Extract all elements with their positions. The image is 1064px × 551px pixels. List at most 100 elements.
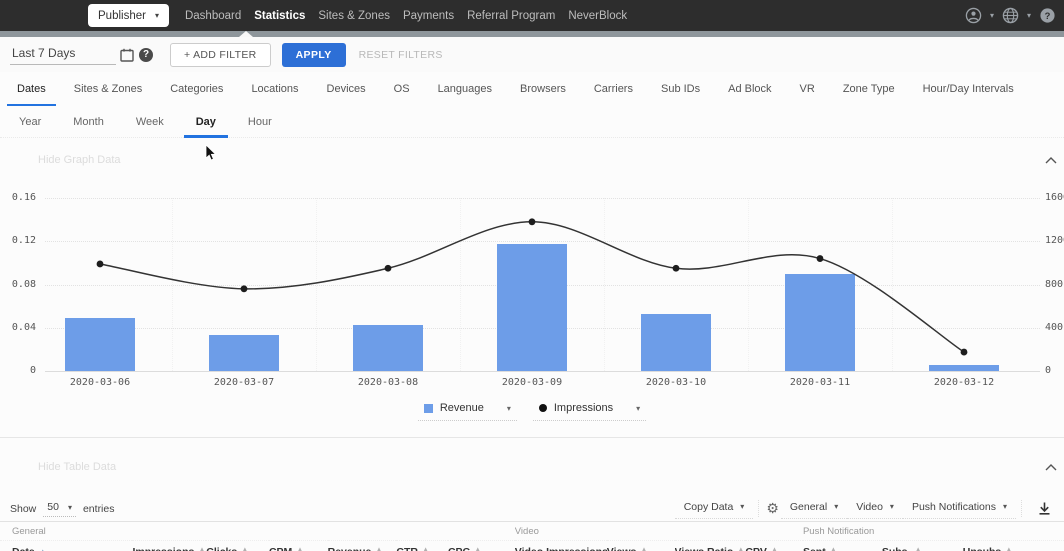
entries-count-value: 50 — [47, 501, 59, 513]
video-dropdown-label: Video — [856, 501, 883, 513]
tab-categories[interactable]: Categories — [156, 72, 237, 106]
hide-table-data-toggle[interactable]: Hide Table Data — [38, 461, 116, 473]
show-label: Show — [10, 503, 36, 515]
nav-item-dashboard[interactable]: Dashboard — [185, 10, 241, 22]
column-header-revenue[interactable]: Revenue▴▾ — [328, 541, 397, 551]
nav-items: Dashboard Statistics Sites & Zones Payments… — [185, 10, 627, 22]
entries-label: entries — [83, 503, 115, 515]
column-label: CPV — [745, 546, 767, 551]
table-controls: Show 50 ▾ entries Copy Data ▾ ⚙ General … — [0, 496, 1064, 521]
publisher-statistics-page: Publisher ▾ Dashboard Statistics Sites & Z… — [0, 0, 1064, 551]
publisher-dropdown[interactable]: Publisher ▾ — [88, 4, 169, 27]
subtab-year[interactable]: Year — [3, 106, 57, 137]
legend-revenue-dropdown[interactable]: Revenue ▾ — [418, 400, 517, 421]
tab-sub-ids[interactable]: Sub IDs — [647, 72, 714, 106]
nav-item-sites-zones[interactable]: Sites & Zones — [318, 10, 390, 22]
legend-impressions-dropdown[interactable]: Impressions ▾ — [533, 400, 646, 421]
help-circle-icon[interactable]: ? — [1039, 7, 1056, 24]
column-header-cpm[interactable]: CPM▴▾ — [269, 541, 328, 551]
user-menu-chevron-icon[interactable]: ▾ — [990, 11, 994, 20]
video-columns-dropdown[interactable]: Video ▾ — [847, 499, 903, 519]
push-columns-dropdown[interactable]: Push Notifications ▾ — [903, 499, 1016, 519]
column-header-subs[interactable]: Subs.▴▾ — [882, 541, 963, 551]
tab-ad-block[interactable]: Ad Block — [714, 72, 785, 106]
nav-item-neverblock[interactable]: NeverBlock — [568, 10, 627, 22]
column-label: CPM — [269, 546, 292, 551]
date-range-value: Last 7 Days — [12, 46, 75, 60]
date-help-icon[interactable]: ? — [139, 48, 153, 62]
add-filter-button[interactable]: + ADD FILTER — [170, 43, 271, 67]
tab-zone-type[interactable]: Zone Type — [829, 72, 909, 106]
language-menu-chevron-icon[interactable]: ▾ — [1027, 11, 1031, 20]
tab-sites-zones[interactable]: Sites & Zones — [60, 72, 156, 106]
tab-carriers[interactable]: Carriers — [580, 72, 647, 106]
column-label: Impressions — [132, 546, 194, 551]
tab-os[interactable]: OS — [380, 72, 424, 106]
tab-browsers[interactable]: Browsers — [506, 72, 580, 106]
tab-devices[interactable]: Devices — [313, 72, 380, 106]
chevron-down-icon: ▾ — [1003, 502, 1007, 511]
column-header-impressions[interactable]: Impressions▴▾ — [132, 541, 206, 551]
collapse-table-chevron-icon[interactable] — [1044, 463, 1058, 472]
impressions-point — [961, 349, 968, 356]
chevron-down-icon: ▾ — [155, 11, 159, 20]
subtab-month[interactable]: Month — [57, 106, 120, 137]
subtab-hour[interactable]: Hour — [232, 106, 288, 137]
chart-legend: Revenue ▾ Impressions ▾ — [0, 400, 1064, 421]
calendar-icon[interactable] — [120, 48, 134, 62]
column-header-cpc[interactable]: CPC▴▾ — [448, 541, 515, 551]
column-header-views[interactable]: Views▴▾ — [607, 541, 675, 551]
category-tabs: DatesSites & ZonesCategoriesLocationsDev… — [0, 72, 1064, 107]
apply-button[interactable]: APPLY — [282, 43, 346, 67]
subtab-week[interactable]: Week — [120, 106, 180, 137]
column-group-push-notification: Push Notification — [803, 522, 1064, 541]
table-group-header-row: GeneralVideoPush Notification — [0, 522, 1064, 541]
chevron-down-icon: ▾ — [834, 502, 838, 511]
impressions-dot-icon — [539, 404, 547, 412]
table-controls-right: Copy Data ▾ ⚙ General ▾ Video ▾ Push Not… — [675, 499, 1064, 519]
collapse-graph-chevron-icon[interactable] — [1044, 156, 1058, 165]
impressions-point — [97, 261, 104, 268]
general-columns-dropdown[interactable]: General ▾ — [781, 499, 847, 519]
tab-languages[interactable]: Languages — [424, 72, 506, 106]
impressions-point — [817, 255, 824, 262]
hide-graph-data-toggle[interactable]: Hide Graph Data — [38, 154, 121, 166]
nav-item-payments[interactable]: Payments — [403, 10, 454, 22]
column-header-clicks[interactable]: Clicks▴▾ — [206, 541, 269, 551]
column-header-unsubs[interactable]: Unsubs▴▾ — [963, 541, 1064, 551]
copy-data-dropdown[interactable]: Copy Data ▾ — [675, 499, 754, 519]
tab-vr[interactable]: VR — [786, 72, 829, 106]
impressions-point — [241, 285, 248, 292]
impressions-point — [529, 218, 536, 225]
nav-item-referral-program[interactable]: Referral Program — [467, 10, 555, 22]
reset-filters-button[interactable]: RESET FILTERS — [359, 49, 443, 61]
table-settings-gear-icon[interactable]: ⚙ — [766, 500, 779, 517]
section-divider — [0, 437, 1064, 438]
push-dropdown-label: Push Notifications — [912, 501, 996, 513]
column-label: Unsubs — [963, 546, 1002, 551]
subtab-day[interactable]: Day — [180, 106, 232, 137]
nav-item-statistics[interactable]: Statistics — [254, 10, 305, 22]
legend-revenue-label: Revenue — [440, 402, 484, 414]
tab-locations[interactable]: Locations — [237, 72, 312, 106]
date-range-input[interactable]: Last 7 Days — [10, 44, 116, 65]
column-header-views-ratio[interactable]: Views Ratio▴▾ — [675, 541, 746, 551]
column-header-cpv[interactable]: CPV▴▾ — [745, 541, 803, 551]
column-label: Views Ratio — [675, 546, 734, 551]
tab-hour-day-intervals[interactable]: Hour/Day Intervals — [909, 72, 1028, 106]
user-avatar-icon[interactable] — [965, 7, 982, 24]
chevron-down-icon: ▾ — [507, 404, 511, 413]
entries-count-select[interactable]: 50 ▾ — [43, 500, 76, 517]
column-header-video-impressions[interactable]: Video Impressions▴▾ — [515, 541, 607, 551]
column-label: Revenue — [328, 546, 372, 551]
publisher-dropdown-label: Publisher — [98, 10, 146, 22]
mouse-cursor — [205, 144, 217, 162]
chevron-down-icon: ▾ — [740, 502, 744, 511]
impressions-line — [0, 185, 1064, 397]
column-header-ctr[interactable]: CTR▴▾ — [396, 541, 448, 551]
tab-dates[interactable]: Dates — [3, 72, 60, 106]
language-globe-icon[interactable] — [1002, 7, 1019, 24]
download-icon[interactable] — [1037, 501, 1052, 516]
column-header-date[interactable]: Date▴ — [0, 541, 132, 551]
column-header-sent[interactable]: Sent▴▾ — [803, 541, 882, 551]
